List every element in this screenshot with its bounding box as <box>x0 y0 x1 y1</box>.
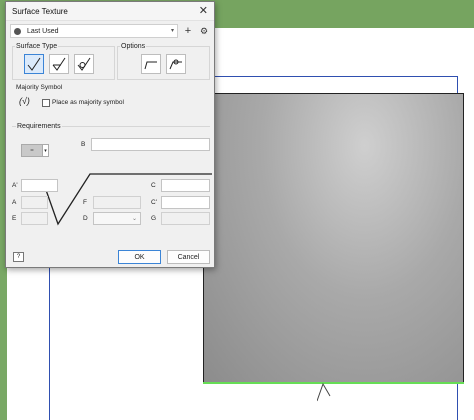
field-d-label: D <box>83 215 88 222</box>
field-g-label: G <box>151 215 157 222</box>
long-leg-button[interactable] <box>141 54 161 74</box>
field-c-input[interactable] <box>161 179 210 192</box>
field-f-label: F <box>83 199 87 206</box>
surface-texture-dialog: Surface Texture ✕ Last Used ▾ + ⚙ Surfac… <box>5 1 215 268</box>
field-g-input[interactable] <box>161 212 210 225</box>
majority-symbol-preview: (√) <box>19 96 30 106</box>
preset-dropdown[interactable]: Last Used ▾ <box>10 24 178 38</box>
dialog-title: Surface Texture <box>12 6 68 16</box>
field-a-input[interactable] <box>21 196 48 209</box>
all-around-icon <box>169 59 182 70</box>
surface-type-basic-button[interactable] <box>24 54 44 74</box>
field-b-input[interactable] <box>91 138 210 151</box>
lay-symbol-dropdown[interactable]: ▾ <box>43 144 49 157</box>
chevron-down-icon: ▾ <box>170 28 174 34</box>
long-leg-icon <box>144 61 157 70</box>
preset-record-icon <box>14 27 21 35</box>
sheet-border-line <box>49 268 50 420</box>
workspace-background-top <box>214 0 474 28</box>
field-b-label: B <box>81 141 86 148</box>
cancel-button[interactable]: Cancel <box>167 250 210 264</box>
chevron-down-icon: ▾ <box>44 147 47 154</box>
majority-symbol-label: Majority Symbol <box>16 84 63 91</box>
all-around-button[interactable] <box>166 54 186 74</box>
close-icon[interactable]: ✕ <box>199 5 208 17</box>
options-label: Options <box>120 43 147 50</box>
drawing-view-part[interactable] <box>203 93 464 383</box>
chevron-down-icon: ⌄ <box>131 216 137 222</box>
material-removal-prohibited-icon <box>77 57 91 71</box>
field-f-input[interactable] <box>93 196 141 209</box>
place-majority-checkbox[interactable] <box>42 99 50 107</box>
preset-value: Last Used <box>27 27 59 35</box>
help-button[interactable]: ? <box>13 252 24 262</box>
field-a-prime-input[interactable] <box>21 179 58 192</box>
preset-row: Last Used ▾ + ⚙ <box>6 21 214 41</box>
sheet-border-line <box>214 76 458 77</box>
field-c-prime-label: C' <box>151 199 157 206</box>
dialog-titlebar[interactable]: Surface Texture ✕ <box>6 2 214 21</box>
field-a-prime-label: A' <box>12 182 18 189</box>
surface-type-removal-prohibited-button[interactable] <box>74 54 94 74</box>
place-majority-label[interactable]: Place as majority symbol <box>52 99 124 106</box>
field-e-input[interactable] <box>21 212 48 225</box>
field-c-prime-input[interactable] <box>161 196 210 209</box>
field-e-label: E <box>12 215 17 222</box>
ok-button[interactable]: OK <box>118 250 161 264</box>
surface-symbol-leader-icon <box>317 382 331 402</box>
lay-symbol-glyph: = <box>30 147 34 154</box>
surface-type-label: Surface Type <box>15 43 59 50</box>
requirements-label: Requirements <box>16 123 62 130</box>
add-preset-button[interactable]: + <box>182 25 194 37</box>
options-group <box>117 46 210 80</box>
field-a-label: A <box>12 199 17 206</box>
lay-symbol-button[interactable]: = <box>21 144 43 157</box>
material-removal-required-icon <box>52 57 66 71</box>
help-icon: ? <box>16 254 21 260</box>
field-c-label: C <box>151 182 156 189</box>
surface-type-removal-required-button[interactable] <box>49 54 69 74</box>
basic-surface-icon <box>27 57 41 71</box>
field-d-dropdown[interactable]: ⌄ <box>93 212 141 225</box>
preset-settings-button[interactable]: ⚙ <box>198 25 210 37</box>
